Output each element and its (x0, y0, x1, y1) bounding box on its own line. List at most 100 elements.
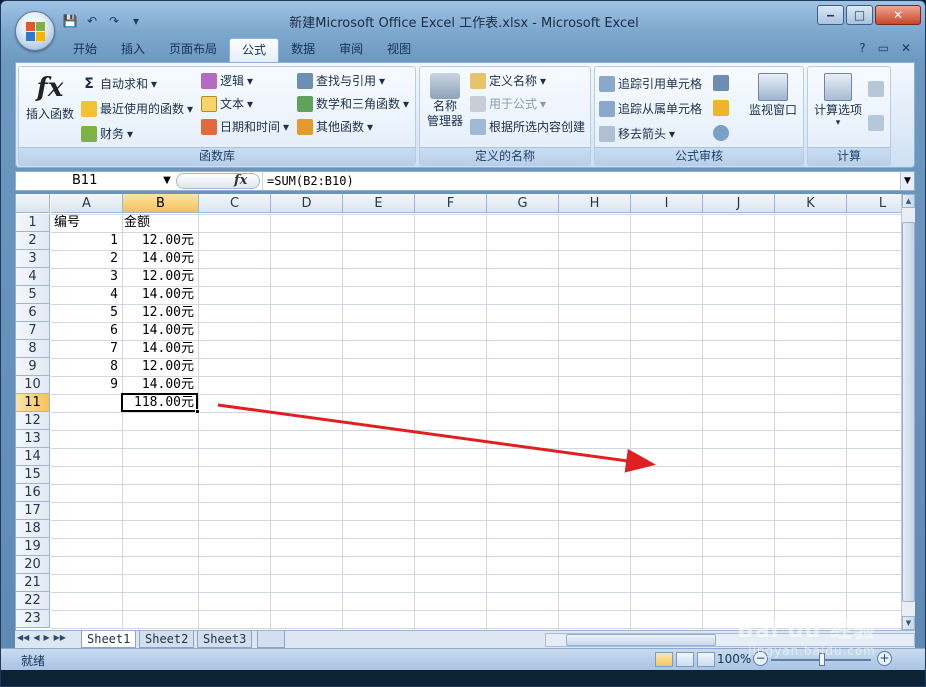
row-header-2[interactable]: 2 (16, 232, 50, 250)
row-header-5[interactable]: 5 (16, 286, 50, 304)
column-header-i[interactable]: I (631, 194, 703, 213)
cell-b7[interactable]: 14.00元 (122, 322, 196, 340)
page-break-view-icon[interactable] (697, 652, 715, 667)
use-in-formula-button[interactable]: 用于公式 ▾ (470, 95, 546, 112)
tab-page-layout[interactable]: 页面布局 (157, 38, 229, 62)
row-header-14[interactable]: 14 (16, 448, 50, 466)
first-sheet-icon[interactable]: ◀◀ (17, 633, 29, 642)
row-header-3[interactable]: 3 (16, 250, 50, 268)
formula-bar-splitter[interactable] (176, 173, 260, 189)
minimize-button[interactable]: ‒ (817, 5, 844, 25)
financial-button[interactable]: 财务 ▾ (81, 125, 133, 142)
define-name-button[interactable]: 定义名称 ▾ (470, 72, 546, 89)
column-header-f[interactable]: F (415, 194, 487, 213)
cell-a4[interactable]: 3 (52, 268, 120, 286)
row-header-11[interactable]: 11 (16, 394, 50, 412)
worksheet-grid[interactable]: ABCDEFGHIJKL 1 2 3 4 5 6 7 8 9 10 11 12 13 14 15 16 17 18… (15, 194, 901, 630)
column-header-j[interactable]: J (703, 194, 775, 213)
cell-a10[interactable]: 9 (52, 376, 120, 394)
row-header-12[interactable]: 12 (16, 412, 50, 430)
next-sheet-icon[interactable]: ▶ (43, 633, 49, 642)
scroll-down-icon[interactable]: ▼ (902, 616, 915, 630)
row-header-1[interactable]: 1 (16, 214, 50, 232)
name-manager-button[interactable]: 名称 管理器 (424, 73, 466, 129)
maximize-button[interactable]: □ (846, 5, 873, 25)
date-time-button[interactable]: 日期和时间 ▾ (201, 118, 289, 135)
evaluate-formula-icon[interactable] (713, 125, 729, 141)
row-header-9[interactable]: 9 (16, 358, 50, 376)
cell-a1[interactable]: 编号 (52, 214, 122, 232)
help-icon[interactable]: ? (859, 41, 865, 55)
tab-home[interactable]: 开始 (61, 38, 109, 62)
row-header-19[interactable]: 19 (16, 538, 50, 556)
cell-b5[interactable]: 14.00元 (122, 286, 196, 304)
cell-b1[interactable]: 金额 (122, 214, 198, 232)
row-header-6[interactable]: 6 (16, 304, 50, 322)
math-trig-button[interactable]: 数学和三角函数 ▾ (297, 95, 409, 112)
tab-view[interactable]: 视图 (375, 38, 423, 62)
column-header-l[interactable]: L (847, 194, 901, 213)
cell-b11-total[interactable]: 118.00元 (122, 394, 196, 412)
text-button[interactable]: 文本 ▾ (201, 95, 253, 112)
row-header-13[interactable]: 13 (16, 430, 50, 448)
row-header-10[interactable]: 10 (16, 376, 50, 394)
workbook-restore-icon[interactable]: ▭ (878, 41, 889, 55)
vertical-scroll-thumb[interactable] (902, 222, 915, 602)
insert-function-button[interactable]: fx 插入函数 (23, 71, 77, 122)
row-header-16[interactable]: 16 (16, 484, 50, 502)
vertical-scrollbar[interactable]: ▲ ▼ (901, 194, 915, 630)
cell-a3[interactable]: 2 (52, 250, 120, 268)
column-header-e[interactable]: E (343, 194, 415, 213)
trace-dependents-button[interactable]: 追踪从属单元格 (599, 100, 702, 117)
more-functions-button[interactable]: 其他函数 ▾ (297, 118, 373, 135)
lookup-button[interactable]: 查找与引用 ▾ (297, 72, 385, 89)
calc-options-button[interactable]: 计算选项 ▾ (810, 73, 866, 128)
cell-a9[interactable]: 8 (52, 358, 120, 376)
row-header-7[interactable]: 7 (16, 322, 50, 340)
row-header-4[interactable]: 4 (16, 268, 50, 286)
recently-used-button[interactable]: 最近使用的函数 ▾ (81, 100, 193, 117)
calc-sheet-icon[interactable] (868, 115, 884, 131)
cell-b10[interactable]: 14.00元 (122, 376, 196, 394)
row-header-22[interactable]: 22 (16, 592, 50, 610)
select-all-corner[interactable] (16, 194, 50, 213)
autosum-button[interactable]: Σ 自动求和 ▾ (81, 75, 157, 92)
cell-a8[interactable]: 7 (52, 340, 120, 358)
cell-b3[interactable]: 14.00元 (122, 250, 196, 268)
zoom-in-icon[interactable]: + (877, 651, 892, 666)
trace-precedents-button[interactable]: 追踪引用单元格 (599, 75, 702, 92)
sheet-tab-sheet1[interactable]: Sheet1 (81, 631, 137, 648)
tab-review[interactable]: 审阅 (327, 38, 375, 62)
name-box[interactable]: B11 (16, 172, 176, 190)
logical-button[interactable]: 逻辑 ▾ (201, 72, 253, 89)
cell-a5[interactable]: 4 (52, 286, 120, 304)
create-from-selection-button[interactable]: 根据所选内容创建 (470, 118, 585, 135)
row-header-20[interactable]: 20 (16, 556, 50, 574)
calc-now-icon[interactable] (868, 81, 884, 97)
office-button[interactable] (15, 11, 55, 51)
horizontal-scroll-thumb[interactable] (566, 634, 716, 646)
insert-sheet-icon[interactable] (257, 631, 285, 648)
cell-a2[interactable]: 1 (52, 232, 120, 250)
tab-formulas[interactable]: 公式 (229, 38, 280, 62)
error-checking-icon[interactable] (713, 100, 729, 116)
column-header-b[interactable]: B (123, 194, 199, 213)
formula-input[interactable]: =SUM(B2:B10) (262, 172, 902, 190)
row-header-8[interactable]: 8 (16, 340, 50, 358)
last-sheet-icon[interactable]: ▶▶ (54, 633, 66, 642)
normal-view-icon[interactable] (655, 652, 673, 667)
show-formulas-icon[interactable] (713, 75, 729, 91)
sheet-tab-sheet2[interactable]: Sheet2 (139, 631, 195, 648)
cell-a6[interactable]: 5 (52, 304, 120, 322)
row-header-18[interactable]: 18 (16, 520, 50, 538)
tab-data[interactable]: 数据 (279, 38, 327, 62)
page-layout-view-icon[interactable] (676, 652, 694, 667)
cell-b2[interactable]: 12.00元 (122, 232, 196, 250)
chevron-down-icon[interactable]: ▼ (160, 172, 174, 190)
column-header-h[interactable]: H (559, 194, 631, 213)
row-header-23[interactable]: 23 (16, 610, 50, 628)
row-header-21[interactable]: 21 (16, 574, 50, 592)
cell-b4[interactable]: 12.00元 (122, 268, 196, 286)
close-button[interactable]: ✕ (875, 5, 921, 25)
column-header-a[interactable]: A (51, 194, 123, 213)
